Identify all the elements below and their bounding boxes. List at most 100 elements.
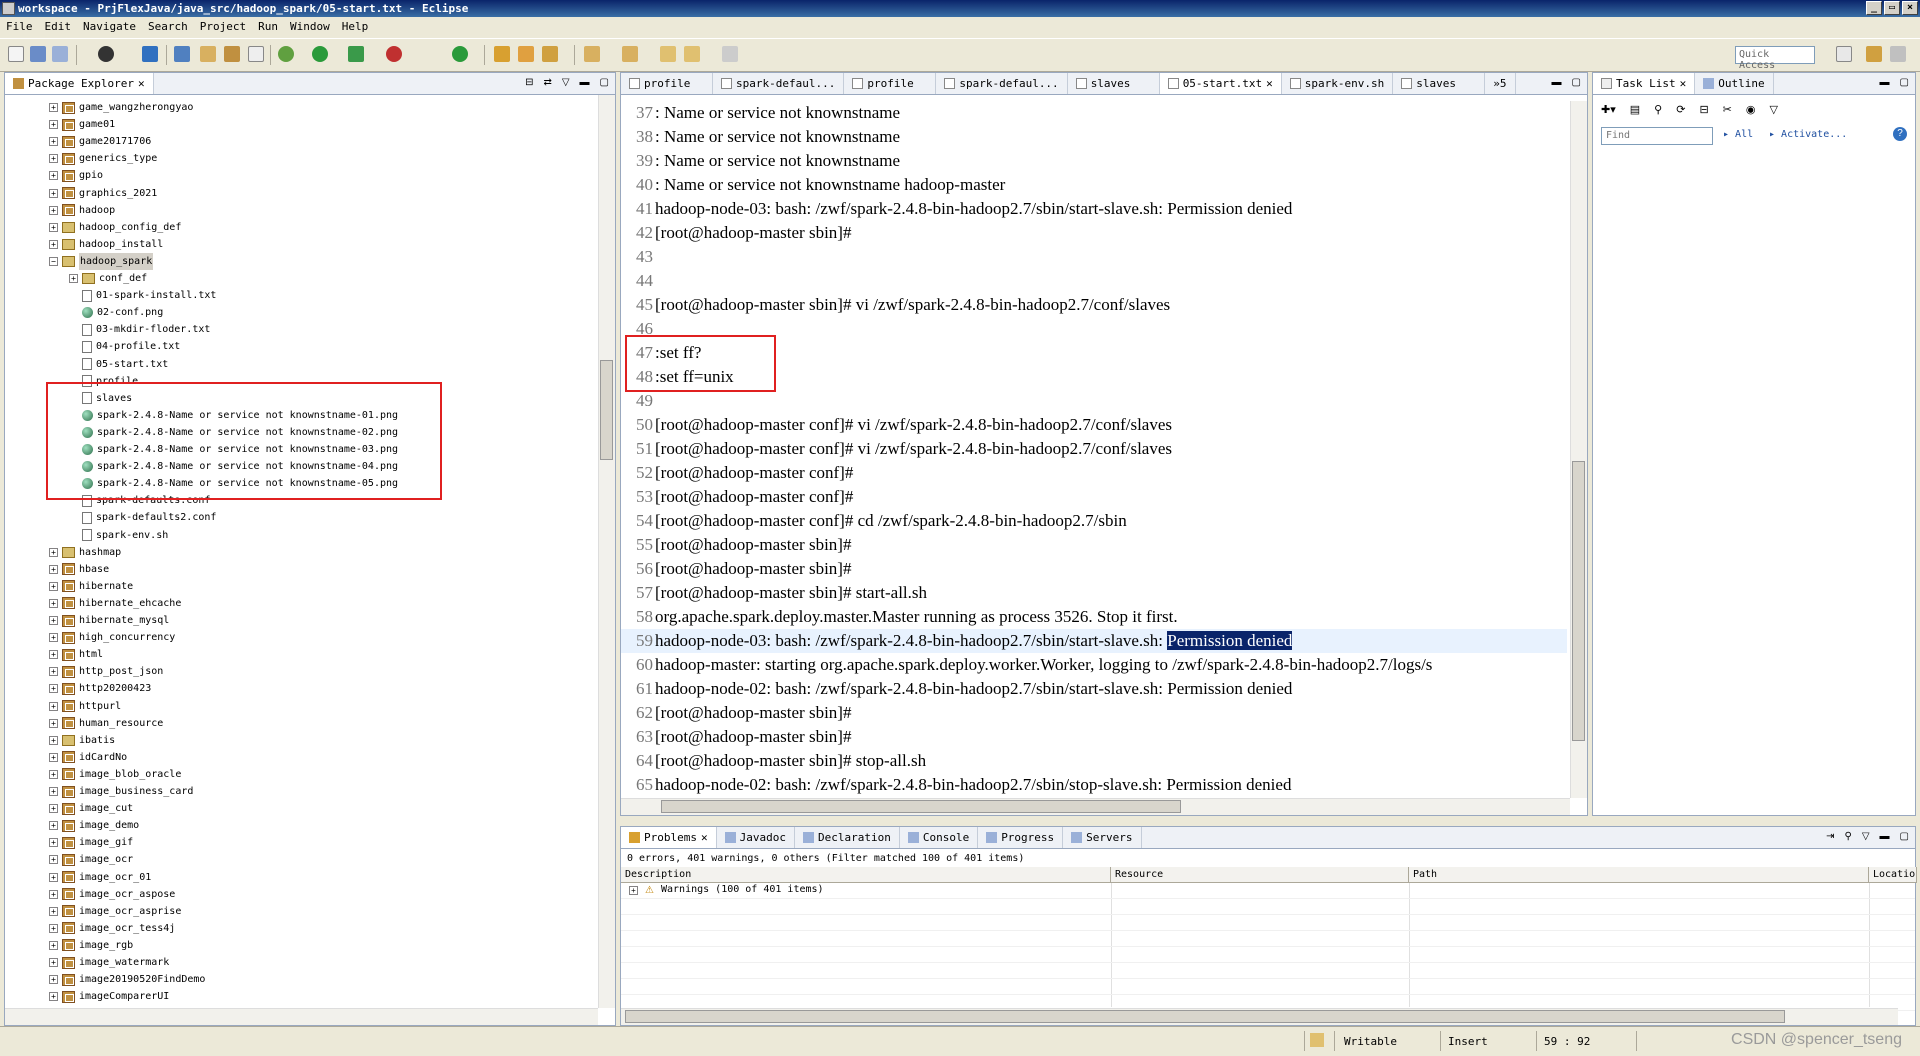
editor-line[interactable]: 39: Name or service not knownstname [621,149,1567,173]
tree-item[interactable]: + graphics_2021 [49,185,157,202]
close-button[interactable]: × [1902,1,1918,15]
java-perspective-icon[interactable] [1890,46,1906,62]
menu-window[interactable]: Window [290,18,330,36]
show-whitespace-icon[interactable] [248,46,264,62]
maximize-view-icon[interactable]: ▢ [600,77,609,88]
editor-line[interactable]: 56 [root@hadoop-master sbin]# [621,557,1567,581]
expand-icon[interactable]: + [49,787,58,796]
scrollbar-thumb[interactable] [600,360,613,460]
debug-perspective-icon[interactable] [98,46,114,62]
editor-line[interactable]: 61 hadoop-node-02: bash: /zwf/spark-2.4.8… [621,677,1567,701]
menu-help[interactable]: Help [342,18,369,36]
tree-item[interactable]: + image_demo [49,817,139,834]
minimize-view-icon[interactable]: ▬ [1552,77,1562,88]
tree-item[interactable]: + game_wangzherongyao [49,99,193,116]
tree-item[interactable]: + image_ocr [49,851,133,868]
column-header-location[interactable]: Locatio [1869,867,1917,883]
problems-horizontal-scrollbar[interactable] [621,1008,1898,1025]
expand-icon[interactable]: + [49,103,58,112]
editor-line[interactable]: 64 [root@hadoop-master sbin]# stop-all.sh [621,749,1567,773]
editor-line[interactable]: 49 [621,389,1567,413]
tree-item[interactable]: + image_ocr_aspose [49,886,175,903]
expand-icon[interactable]: + [49,718,58,728]
new-task-icon[interactable]: ✚▾ [1601,103,1616,116]
refresh-icon[interactable] [452,46,468,62]
new-package-icon[interactable] [518,46,534,62]
expand-icon[interactable]: + [49,667,58,677]
expand-icon[interactable]: + [49,598,58,608]
tree-item[interactable]: + image_blob_oracle [49,766,181,783]
package-explorer-horizontal-scrollbar[interactable] [5,1008,598,1025]
tab-console[interactable]: Console [900,827,979,848]
expand-icon[interactable]: + [49,239,58,249]
new-class-icon[interactable] [542,46,558,62]
editor-line[interactable]: 50 [root@hadoop-master conf]# vi /zwf/spa… [621,413,1567,437]
minimize-view-icon[interactable]: ▬ [580,77,590,88]
tree-item[interactable]: spark-defaults2.conf [69,509,216,526]
tree-item[interactable]: + image20190520FindDemo [49,971,205,988]
external-tools-icon[interactable] [386,46,402,62]
categorize-icon[interactable]: ▤ [1630,103,1640,116]
editor-line[interactable]: 63 [root@hadoop-master sbin]# [621,725,1567,749]
new-icon[interactable] [8,46,24,62]
back-icon[interactable] [684,46,700,62]
close-tab-icon[interactable]: ✕ [1266,77,1273,90]
maximize-view-icon[interactable]: ▢ [1900,831,1909,842]
tree-item[interactable]: + game01 [49,116,115,133]
focus-icon[interactable]: ◉ [1746,103,1756,116]
editor-line[interactable]: 57 [root@hadoop-master sbin]# start-all.s… [621,581,1567,605]
link-with-editor-icon[interactable]: ⇄ [543,77,551,88]
expand-icon[interactable]: + [49,581,58,591]
minimize-view-icon[interactable]: ▬ [1880,831,1890,842]
editor-tab[interactable]: slaves [1068,73,1160,94]
expand-icon[interactable]: + [49,906,58,916]
view-menu-icon[interactable]: ▽ [1769,103,1777,116]
open-perspective-icon[interactable] [1836,46,1852,62]
warnings-row[interactable]: + ⚠ Warnings (100 of 401 items) [621,883,1915,899]
terminal-icon[interactable] [142,46,158,62]
expand-icon[interactable]: + [49,205,58,215]
expand-icon[interactable]: + [49,171,58,181]
expand-icon[interactable]: + [49,992,58,1002]
tree-item[interactable]: + http20200423 [49,680,151,697]
tree-item[interactable]: + image_ocr_01 [49,869,151,886]
previous-annotation-icon[interactable] [622,46,638,62]
more-tabs-button[interactable]: »5 [1485,73,1516,94]
tree-item[interactable]: + hadoop_install [49,236,163,253]
find-input[interactable]: Find [1601,127,1713,145]
expand-icon[interactable]: + [49,923,58,933]
expand-icon[interactable]: + [49,154,58,164]
tree-item[interactable]: + gpio [49,167,103,184]
tree-item[interactable]: 04-profile.txt [69,338,180,355]
editor-line[interactable]: 59 hadoop-node-03: bash: /zwf/spark-2.4.8… [621,629,1567,653]
editor-tab[interactable]: spark-defaul... [936,73,1068,94]
sync-icon[interactable]: ⟳ [1676,103,1685,116]
tab-javadoc[interactable]: Javadoc [717,827,795,848]
tab-declaration[interactable]: Declaration [795,827,900,848]
editor-tab[interactable]: profile [621,73,713,94]
expand-icon[interactable]: + [49,616,58,625]
all-link[interactable]: ▸ All [1723,129,1753,140]
coverage-icon[interactable] [348,46,364,62]
tree-item[interactable]: + image_business_card [49,783,193,800]
editor-line[interactable]: 51 [root@hadoop-master conf]# vi /zwf/spa… [621,437,1567,461]
menu-run[interactable]: Run [258,18,278,36]
column-header-path[interactable]: Path [1409,867,1869,883]
tree-item[interactable]: + image_ocr_tess4j [49,920,175,937]
editor-vertical-scrollbar[interactable] [1570,101,1587,798]
tree-item[interactable]: + hbase [49,561,109,578]
problems-hscroll-thumb[interactable] [625,1010,1785,1023]
tab-problems[interactable]: Problems ✕ [621,827,717,848]
editor-tab[interactable]: profile [844,73,937,94]
tab-outline[interactable]: Outline [1695,73,1774,94]
expand-icon[interactable]: + [49,889,58,899]
hide-completed-icon[interactable]: ✂ [1723,103,1732,116]
editor-line[interactable]: 45 [root@hadoop-master sbin]# vi /zwf/spa… [621,293,1567,317]
tree-item[interactable]: + hashmap [49,544,121,561]
tree-item[interactable]: + hibernate [49,578,133,595]
editor-line[interactable]: 52 [root@hadoop-master conf]# [621,461,1567,485]
expand-icon[interactable]: + [49,735,58,745]
view-menu-icon[interactable]: ▽ [562,77,570,88]
close-tab-icon[interactable]: ✕ [701,831,708,844]
next-annotation-icon[interactable] [584,46,600,62]
